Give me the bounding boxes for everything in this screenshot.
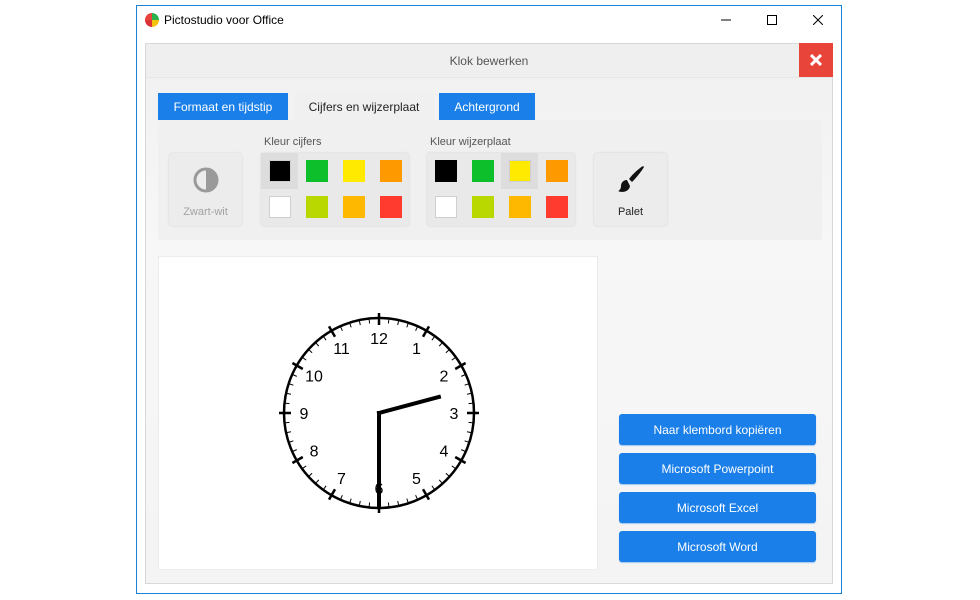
tab-cijfers[interactable]: Cijfers en wijzerplaat xyxy=(294,93,434,120)
tab-formaat[interactable]: Formaat en tijdstip xyxy=(158,93,288,120)
dial-color-swatch[interactable] xyxy=(427,189,464,225)
dialog-title: Klok bewerken xyxy=(449,54,529,68)
digit-color-label: Kleur cijfers xyxy=(264,136,322,148)
dial-color-swatch[interactable] xyxy=(538,153,575,189)
dialog-close-button[interactable] xyxy=(799,43,833,77)
clock-numeral: 9 xyxy=(300,406,309,423)
clock-numeral: 11 xyxy=(333,341,350,358)
digit-color-swatch-color xyxy=(305,196,328,218)
maximize-button[interactable] xyxy=(749,6,795,34)
digit-color-swatch-color xyxy=(379,196,402,218)
close-icon xyxy=(813,15,823,25)
digit-color-swatch[interactable] xyxy=(261,153,298,189)
black-white-button[interactable]: Zwart-wit xyxy=(169,153,242,226)
clock-numeral: 12 xyxy=(370,331,388,348)
dial-color-swatch[interactable] xyxy=(464,153,501,189)
minute-tick xyxy=(468,421,474,424)
tab-achtergrond[interactable]: Achtergrond xyxy=(439,93,535,120)
dial-color-swatch-color xyxy=(545,160,568,182)
color-toolbar: Zwart-wit Kleur cijfers Kleur wijzerplaa… xyxy=(158,120,822,240)
close-window-button[interactable] xyxy=(795,6,841,34)
window-title: Pictostudio voor Office xyxy=(164,13,284,27)
digit-color-swatch[interactable] xyxy=(335,189,372,225)
dial-color-swatch-color xyxy=(471,160,494,182)
powerpoint-button[interactable]: Microsoft Powerpoint xyxy=(619,453,816,484)
excel-button[interactable]: Microsoft Excel xyxy=(619,492,816,523)
dial-color-swatch-color xyxy=(434,196,457,218)
dial-color-label: Kleur wijzerplaat xyxy=(430,136,511,148)
dial-color-swatch-color xyxy=(434,160,457,182)
dial-color-swatch-color xyxy=(508,196,531,218)
minute-tick xyxy=(284,402,290,405)
digit-color-swatch[interactable] xyxy=(298,153,335,189)
minute-tick xyxy=(387,502,390,508)
minute-tick xyxy=(468,402,474,405)
maximize-icon xyxy=(767,15,777,25)
dial-color-swatch-color xyxy=(471,196,494,218)
app-window: Pictostudio voor Office Klok bewerken Fo… xyxy=(136,5,842,594)
clock-numeral: 7 xyxy=(337,471,346,488)
paintbrush-icon xyxy=(618,166,644,192)
palette-label: Palet xyxy=(617,206,644,218)
digit-color-swatch-color xyxy=(268,196,291,218)
dial-color-swatch-color xyxy=(545,196,568,218)
digit-color-swatch[interactable] xyxy=(298,189,335,225)
dial-color-swatch[interactable] xyxy=(427,153,464,189)
clock-numeral: 1 xyxy=(412,341,421,358)
clock-numeral: 8 xyxy=(310,444,319,461)
dial-color-swatch[interactable] xyxy=(464,189,501,225)
close-x-icon xyxy=(810,54,822,66)
minute-tick xyxy=(368,318,371,324)
digit-color-swatch-color xyxy=(342,196,365,218)
copy-clipboard-button[interactable]: Naar klembord kopiëren xyxy=(619,414,816,445)
minute-tick xyxy=(387,318,390,324)
panel-header: Klok bewerken xyxy=(146,44,832,78)
clock-editor-panel: Klok bewerken Formaat en tijdstip Cijfer… xyxy=(145,43,833,584)
minimize-button[interactable] xyxy=(703,6,749,34)
dial-color-swatch[interactable] xyxy=(501,153,538,189)
title-bar: Pictostudio voor Office xyxy=(137,6,841,34)
analog-clock: 121234567891011 xyxy=(279,313,479,513)
dial-color-grid xyxy=(427,153,575,226)
pictostudio-logo-icon xyxy=(145,13,159,27)
clock-numeral: 3 xyxy=(450,406,459,423)
digit-color-swatch[interactable] xyxy=(261,189,298,225)
digit-color-swatch-color xyxy=(379,160,402,182)
digit-color-swatch[interactable] xyxy=(335,153,372,189)
minute-tick xyxy=(284,421,290,424)
contrast-icon xyxy=(193,167,219,193)
dial-color-swatch[interactable] xyxy=(501,189,538,225)
dial-color-swatch[interactable] xyxy=(538,189,575,225)
digit-color-grid xyxy=(261,153,409,226)
minute-tick xyxy=(368,502,371,508)
digit-color-swatch-color xyxy=(305,160,328,182)
digit-color-swatch-color xyxy=(268,160,291,182)
clock-numeral: 5 xyxy=(412,471,421,488)
clock-numeral: 4 xyxy=(439,444,448,461)
palette-button[interactable]: Palet xyxy=(594,153,667,226)
word-button[interactable]: Microsoft Word xyxy=(619,531,816,562)
clock-numeral: 10 xyxy=(305,369,323,386)
minimize-icon xyxy=(721,19,731,21)
digit-color-swatch-color xyxy=(342,160,365,182)
clock-numeral: 2 xyxy=(439,369,448,386)
clock-preview: 121234567891011 xyxy=(158,256,598,570)
black-white-label: Zwart-wit xyxy=(183,206,228,218)
dial-color-swatch-color xyxy=(508,160,531,182)
digit-color-swatch[interactable] xyxy=(372,153,409,189)
digit-color-swatch[interactable] xyxy=(372,189,409,225)
